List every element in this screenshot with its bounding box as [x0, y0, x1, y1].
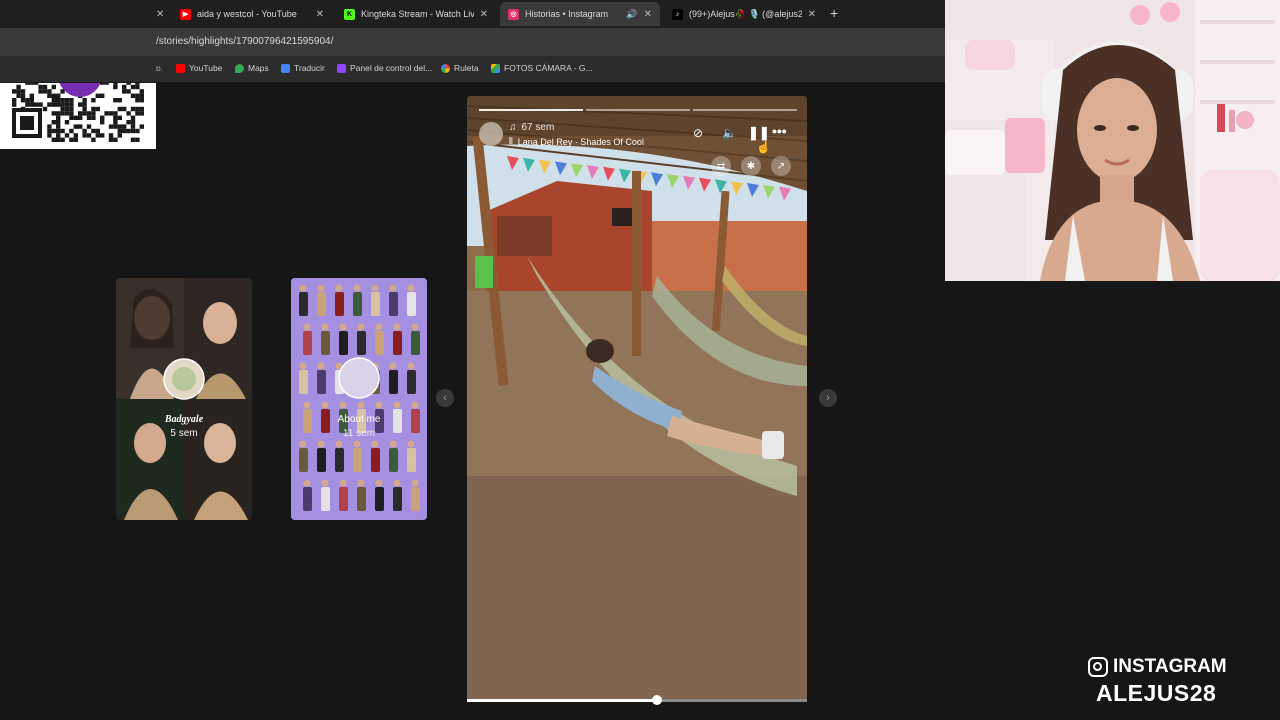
tab-kick[interactable]: K Kingteka Stream - Watch Live o ✕ [336, 2, 496, 26]
progress-segment [479, 109, 583, 111]
tab-partial[interactable]: ✕ [156, 2, 170, 26]
webcam-feed [945, 0, 1280, 281]
youtube-icon: ▶ [180, 8, 191, 20]
bookmark-partial[interactable]: ɒ. [156, 63, 163, 73]
scrubber-fill [467, 699, 658, 702]
story-song[interactable]: ⫴ Lana Del Rey · Shades Of Cool [509, 136, 644, 147]
translate-icon [281, 63, 290, 73]
next-story-button[interactable]: › [819, 389, 837, 407]
bookmark-ruleta[interactable]: Ruleta [441, 63, 479, 73]
tab-close-icon[interactable]: ✕ [156, 9, 164, 20]
stream-overlay-instagram: INSTAGRAM ALEJUS28 [1088, 656, 1248, 707]
story-image [467, 96, 807, 702]
progress-segment [586, 109, 690, 111]
song-label: Lana Del Rey · Shades Of Cool [517, 136, 644, 147]
pin-icon[interactable]: ✱ [741, 156, 761, 176]
highlight-age: 11 sem [342, 428, 376, 439]
highlight-title: Badgyale [164, 414, 204, 425]
highlight-age: 5 sem [170, 428, 198, 439]
bookmark-label: Panel de control del... [350, 63, 433, 73]
volume-icon[interactable]: 🔈 [722, 126, 737, 140]
bookmark-label: Maps [248, 63, 269, 73]
progress-segment [693, 109, 797, 111]
tab-close-icon[interactable]: ✕ [480, 9, 488, 20]
tab-label: Kingteka Stream - Watch Live o [361, 9, 474, 19]
music-note-icon: ♫ [509, 122, 517, 133]
tab-youtube[interactable]: ▶ aida y westcol - YouTube ✕ [172, 2, 332, 26]
video-scrubber[interactable] [467, 695, 807, 705]
story-age: 67 sem [521, 122, 555, 133]
story-meta: ♫ 67 sem [509, 122, 554, 133]
highlight-badgyale[interactable]: Badgyale 5 sem [116, 278, 252, 520]
twitch-icon [337, 63, 346, 73]
overlay-platform: INSTAGRAM [1113, 656, 1227, 677]
bookmark-panel[interactable]: Panel de control del... [337, 63, 432, 73]
repost-icon[interactable]: ⇄ [711, 156, 731, 176]
google-drive-icon [491, 63, 500, 73]
highlight-about-me[interactable]: About me 11 sem [291, 278, 427, 520]
roulette-icon [441, 63, 450, 73]
tab-close-icon[interactable]: ✕ [808, 9, 816, 20]
tab-close-icon[interactable]: ✕ [644, 9, 652, 20]
bookmark-traducir[interactable]: Traducir [281, 63, 325, 73]
tab-close-icon[interactable]: ✕ [316, 9, 324, 20]
speaker-icon[interactable]: 🔊 [626, 9, 637, 20]
browser-tab-bar: ✕ ▶ aida y westcol - YouTube ✕ K Kingtek… [0, 0, 945, 28]
address-bar[interactable]: /stories/highlights/17900796421595904/ [0, 28, 945, 56]
story-viewer[interactable]: ♫ 67 sem ⫴ Lana Del Rey · Shades Of Cool… [467, 96, 807, 702]
audio-bars-icon: ⫴ [509, 136, 513, 146]
pause-icon[interactable]: ❚❚ [748, 125, 770, 141]
scrubber-handle[interactable] [652, 695, 663, 705]
kick-icon: K [344, 8, 355, 20]
tab-label: (99+)Alejus🥀 🎙️ (@alejus28) | [689, 8, 802, 19]
tiktok-icon: ♪ [672, 8, 683, 20]
tab-tiktok[interactable]: ♪ (99+)Alejus🥀 🎙️ (@alejus28) | ✕ [664, 2, 824, 26]
bookmark-youtube[interactable]: YouTube [176, 63, 222, 73]
story-avatar[interactable] [479, 122, 503, 146]
previous-story-button[interactable]: ‹ [436, 389, 454, 407]
bookmark-label: Traducir [294, 63, 325, 73]
overlay-username: ALEJUS28 [1096, 680, 1217, 706]
bookmark-label: YouTube [189, 63, 223, 73]
bookmark-fotos[interactable]: FOTOS CÁMARA - G... [491, 63, 593, 73]
share-icon[interactable]: ↗ [771, 156, 791, 176]
bookmark-maps[interactable]: Maps [235, 63, 269, 73]
url-text[interactable]: /stories/highlights/17900796421595904/ [156, 36, 333, 47]
bookmark-label: FOTOS CÁMARA - G... [504, 63, 593, 73]
maps-pin-icon [235, 63, 244, 73]
highlight-cover-image [291, 278, 427, 520]
story-progress-segments [479, 109, 797, 111]
instagram-icon [1088, 657, 1108, 677]
highlight-title: About me [337, 414, 381, 425]
tab-label: Historias • Instagram [525, 9, 609, 19]
highlight-cover-image [116, 278, 252, 520]
new-tab-button[interactable]: + [830, 5, 838, 21]
tab-label: aida y westcol - YouTube [197, 9, 297, 19]
bookmark-label: Ruleta [454, 63, 479, 73]
mouse-cursor-icon: ☝ [756, 140, 771, 154]
instagram-icon: ◎ [508, 8, 519, 20]
tab-instagram[interactable]: ◎ Historias • Instagram 🔊 ✕ [500, 2, 660, 26]
youtube-icon [176, 63, 185, 73]
more-options-icon[interactable]: ••• [772, 123, 787, 139]
captions-off-icon[interactable]: ⊘ [693, 126, 703, 140]
overlay-title: INSTAGRAM [1088, 656, 1248, 678]
bookmarks-bar: ɒ. YouTube Maps Traducir Panel de contro… [0, 56, 945, 83]
